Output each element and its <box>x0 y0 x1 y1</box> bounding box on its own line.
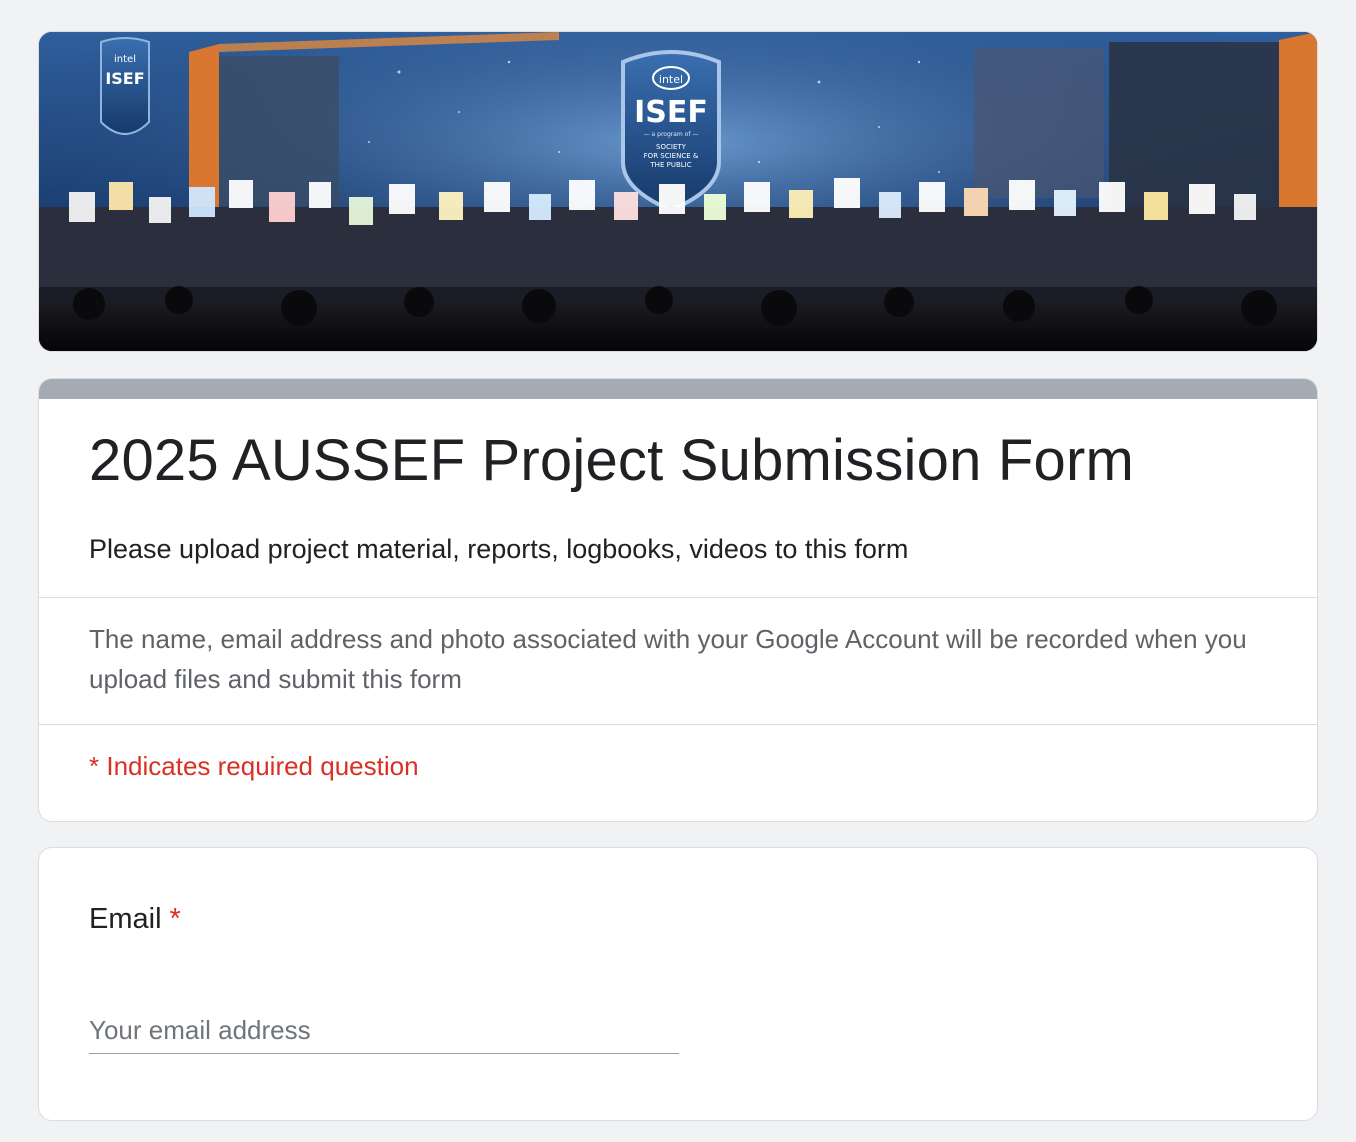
question-card-email: Email * <box>38 847 1318 1121</box>
question-title: Email <box>89 903 162 935</box>
svg-text:SOCIETY: SOCIETY <box>656 143 687 151</box>
svg-text:THE PUBLIC: THE PUBLIC <box>649 161 691 169</box>
question-label: Email * <box>89 903 181 936</box>
required-asterisk: * <box>169 903 181 935</box>
account-notice: The name, email address and photo associ… <box>89 624 1247 694</box>
svg-text:intel: intel <box>114 54 136 65</box>
stage-crowd <box>39 207 1317 287</box>
svg-text:intel: intel <box>659 73 683 86</box>
form-header-card: 2025 AUSSEF Project Submission Form Plea… <box>38 378 1318 822</box>
form-description: Please upload project material, reports,… <box>89 534 909 564</box>
required-note: * Indicates required question <box>89 751 419 781</box>
email-input[interactable] <box>89 1008 679 1054</box>
divider <box>39 724 1317 725</box>
svg-text:FOR SCIENCE &: FOR SCIENCE & <box>644 152 699 160</box>
header-accent-bar <box>39 379 1317 399</box>
header-banner-image: intel ISEF intel ISEF — a program of — S… <box>38 31 1318 352</box>
form-title: 2025 AUSSEF Project Submission Form <box>89 428 1134 493</box>
isef-logo-small: intel ISEF <box>100 37 150 135</box>
svg-text:ISEF: ISEF <box>105 69 144 88</box>
form-page: intel ISEF intel ISEF — a program of — S… <box>0 0 1356 1142</box>
svg-text:ISEF: ISEF <box>634 95 708 130</box>
svg-text:— a program of —: — a program of — <box>644 131 699 138</box>
divider <box>39 597 1317 598</box>
